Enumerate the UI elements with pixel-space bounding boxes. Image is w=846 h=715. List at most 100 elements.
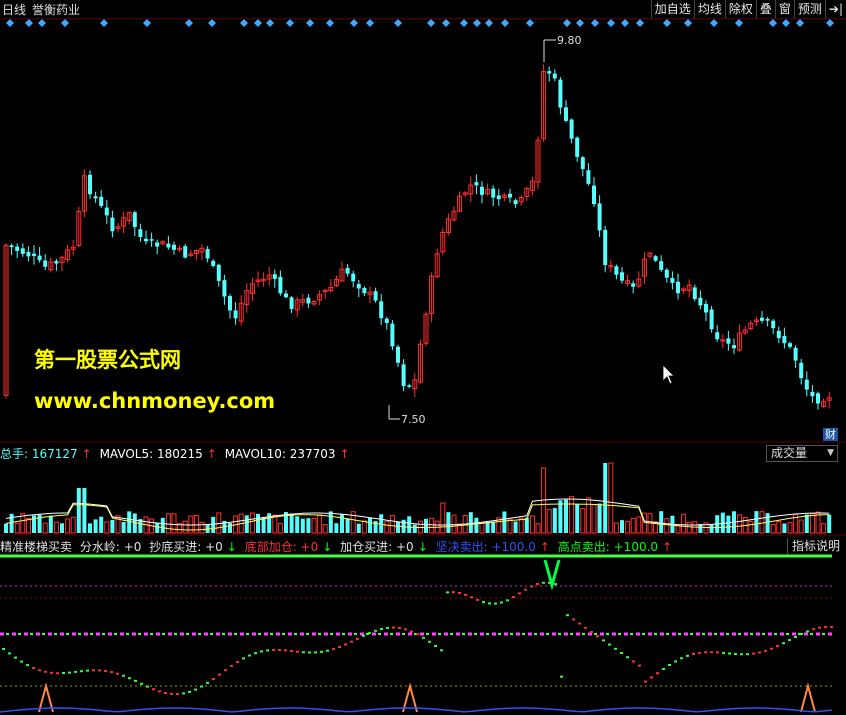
candle-body (760, 317, 764, 321)
stair-segment (650, 676, 653, 679)
stair-segment (176, 693, 179, 696)
signal-diamond (266, 19, 274, 27)
candle-body (732, 345, 736, 349)
stair-segment (392, 626, 395, 629)
finance-button[interactable]: 财 (823, 428, 838, 441)
stair-segment (374, 629, 377, 632)
volume-bar (809, 513, 815, 534)
volume-bar (368, 517, 372, 533)
stair-segment (56, 672, 59, 675)
stair-segment (32, 667, 35, 669)
firm-sell-value: 坚决卖出: +100.0 (435, 540, 536, 554)
stair-segment (338, 646, 341, 648)
stair-segment (386, 626, 389, 629)
signal-diamond (427, 19, 435, 27)
stair-segment (608, 643, 611, 646)
candle-body (20, 248, 25, 254)
volume-bar (776, 521, 782, 534)
candle-body (384, 318, 389, 323)
volume-bar (636, 516, 642, 534)
candle-body (788, 343, 792, 347)
volume-bar (625, 520, 631, 534)
volume-bar (558, 500, 563, 533)
stair-segment (278, 649, 281, 651)
volume-bar (585, 497, 591, 534)
volume-bar (65, 518, 71, 534)
mavol10-arrow: ↑ (339, 447, 350, 461)
volume-bar (361, 520, 367, 534)
candle-body (597, 203, 602, 231)
stair-segment (296, 650, 299, 653)
stair-segment (356, 637, 359, 640)
stair-segment (284, 649, 287, 652)
candle-body (345, 267, 350, 274)
candle-body (306, 297, 311, 304)
stair-segment (110, 671, 113, 674)
volume-bar (211, 516, 216, 533)
volume-bar (569, 496, 575, 534)
stair-segment (350, 640, 353, 643)
volume-bar (659, 511, 664, 533)
stair-segment (728, 652, 731, 655)
volume-bar (737, 514, 743, 534)
stair-segment (794, 636, 797, 638)
volume-bar (759, 511, 765, 534)
candle-body (558, 79, 563, 108)
stair-segment (170, 692, 173, 695)
indicator-help-button[interactable]: 指标说明 (786, 538, 840, 554)
bottom-add-value: 底部加仓: +0 (244, 540, 319, 554)
candle-body (9, 245, 14, 248)
watershed-value: 分水岭: +0 (79, 540, 142, 554)
volume-bar (9, 513, 14, 533)
stair-segment (716, 651, 719, 654)
buy-signal-marker (800, 682, 816, 713)
stair-segment (524, 588, 527, 591)
volume-bar (155, 522, 160, 533)
mouse-cursor-icon (662, 364, 675, 385)
candle-body (704, 303, 708, 313)
volume-bar (110, 520, 115, 533)
candle-body (676, 281, 680, 294)
signal-diamond (6, 19, 14, 27)
volume-total: 总手: 167127 (0, 447, 78, 461)
stair-segment (80, 670, 83, 673)
volume-indicator-select[interactable]: 成交量 ▼ (766, 445, 838, 462)
add-buy-arrow: ↓ (417, 540, 428, 554)
candle-body (15, 246, 20, 251)
candle-body (491, 188, 496, 198)
high-sell-value: 高点卖出: +100.0 (557, 540, 659, 554)
bottom-buy-value: 抄底买进: +0 (149, 540, 223, 554)
stair-segment (488, 602, 491, 605)
stair-segment (452, 591, 455, 594)
stair-segment (116, 672, 119, 675)
candle-body (216, 264, 221, 281)
stair-segment (782, 642, 785, 645)
volume-bar (440, 502, 446, 534)
stair-segment (122, 674, 125, 677)
stair-segment (188, 690, 191, 693)
stair-segment (206, 681, 209, 684)
signal-diamond (286, 19, 294, 27)
volume-bar (60, 523, 64, 533)
candle-body (172, 244, 176, 250)
candle-body (513, 200, 518, 205)
stair-segment (146, 685, 149, 688)
bottom-buy-arrow: ↓ (226, 540, 237, 554)
volume-bar (384, 521, 390, 534)
candle-body (278, 276, 283, 294)
candle-body (692, 287, 697, 300)
stair-segment (416, 633, 419, 636)
volume-bar (518, 517, 524, 534)
volume-bar (407, 516, 412, 533)
stair-segment (50, 671, 53, 674)
stair-segment (620, 652, 623, 654)
signal-diamond (306, 19, 314, 27)
stair-segment (560, 675, 563, 678)
candle-body (799, 362, 804, 379)
candle-body (715, 332, 720, 340)
signal-diamond (607, 19, 615, 27)
volume-bar (82, 488, 87, 533)
stair-segment (446, 591, 449, 594)
stair-segment (776, 645, 779, 648)
volume-indicator-value: 成交量 (771, 446, 808, 460)
